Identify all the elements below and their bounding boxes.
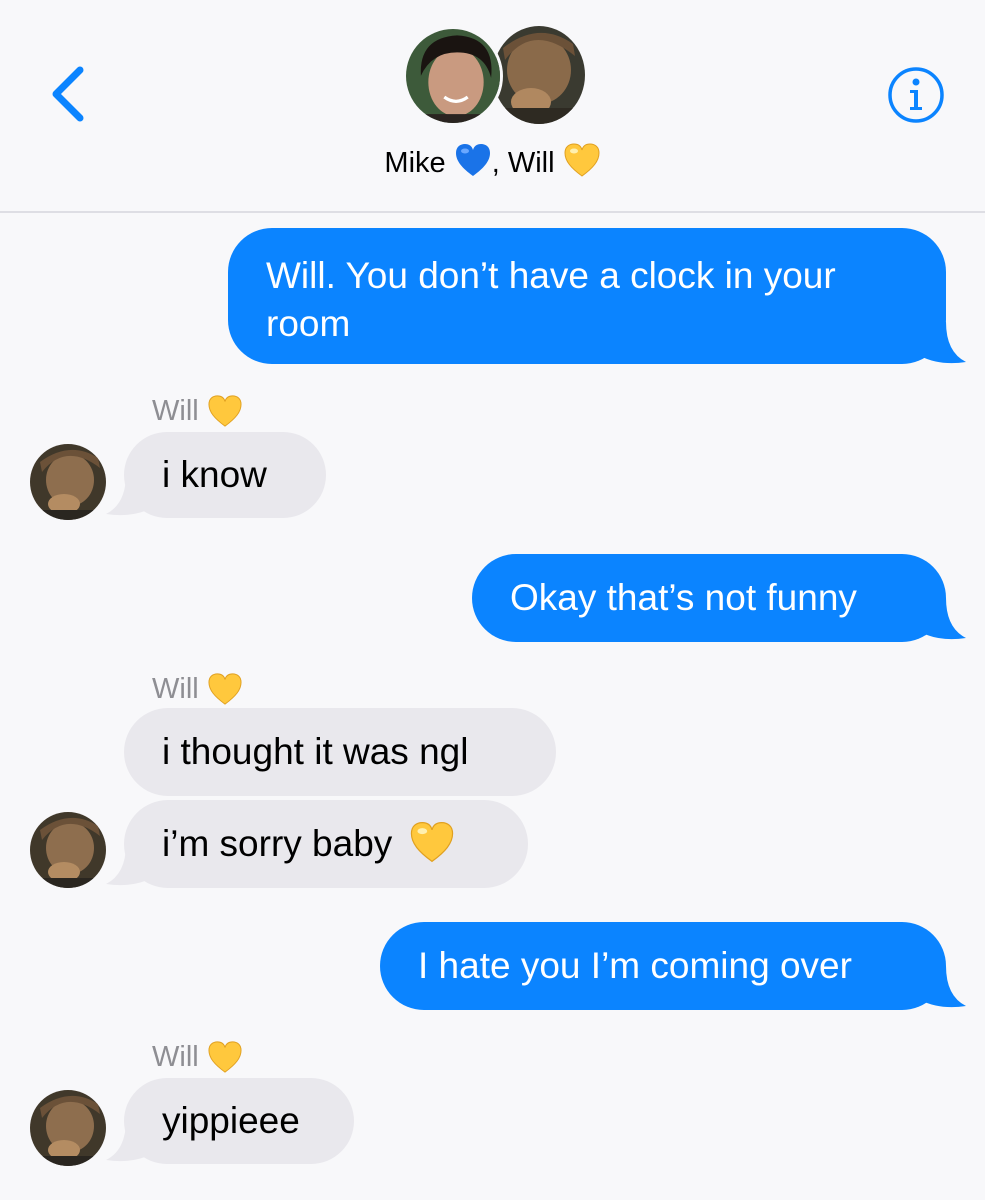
message-text: i know: [162, 454, 267, 495]
avatar-will[interactable]: [30, 812, 106, 888]
info-button[interactable]: [887, 66, 945, 124]
message-text: I hate you I’m coming over: [418, 945, 852, 986]
blue-heart-icon: [454, 142, 492, 186]
message-text: i thought it was ngl: [162, 731, 469, 772]
sender-name: Will: [152, 1040, 243, 1082]
avatar-will[interactable]: [30, 1090, 106, 1166]
message-text: yippieee: [162, 1100, 300, 1141]
chevron-left-icon: [52, 66, 84, 122]
group-name-first: Mike: [384, 147, 446, 179]
message-text: i’m sorry baby: [162, 823, 393, 864]
message-text: Okay that’s not funny: [510, 577, 857, 618]
yellow-heart-icon: [207, 1040, 243, 1082]
sent-message-bubble[interactable]: Okay that’s not funny: [472, 554, 946, 642]
info-icon: [888, 67, 944, 123]
message-text: room: [266, 303, 351, 344]
header-divider: [0, 211, 985, 213]
sent-message-bubble[interactable]: I hate you I’m coming over: [380, 922, 946, 1010]
back-button[interactable]: [46, 64, 90, 124]
received-message-bubble[interactable]: i know: [124, 432, 326, 518]
message-text: Will. You don’t have a clock in your: [266, 255, 836, 296]
conversation-header: Mike , Will: [0, 0, 985, 212]
received-message-bubble[interactable]: yippieee: [124, 1078, 354, 1164]
avatar-will[interactable]: [30, 444, 106, 520]
bubble-tail: [920, 322, 966, 364]
bubble-tail: [920, 598, 966, 640]
received-message-bubble[interactable]: i’m sorry baby: [124, 800, 528, 888]
group-name-second: , Will: [491, 147, 555, 179]
group-name[interactable]: Mike , Will: [0, 142, 985, 186]
yellow-heart-icon: [563, 142, 601, 186]
avatar-will: [493, 26, 585, 124]
avatar-mike: [403, 26, 503, 126]
yellow-heart-icon: [207, 394, 243, 436]
yellow-heart-icon: [409, 820, 455, 876]
received-message-bubble[interactable]: i thought it was ngl: [124, 708, 556, 796]
bubble-tail: [920, 966, 966, 1008]
sender-name: Will: [152, 394, 243, 436]
sent-message-bubble[interactable]: Will. You don’t have a clock in your roo…: [228, 228, 946, 364]
group-avatars[interactable]: [403, 26, 585, 126]
